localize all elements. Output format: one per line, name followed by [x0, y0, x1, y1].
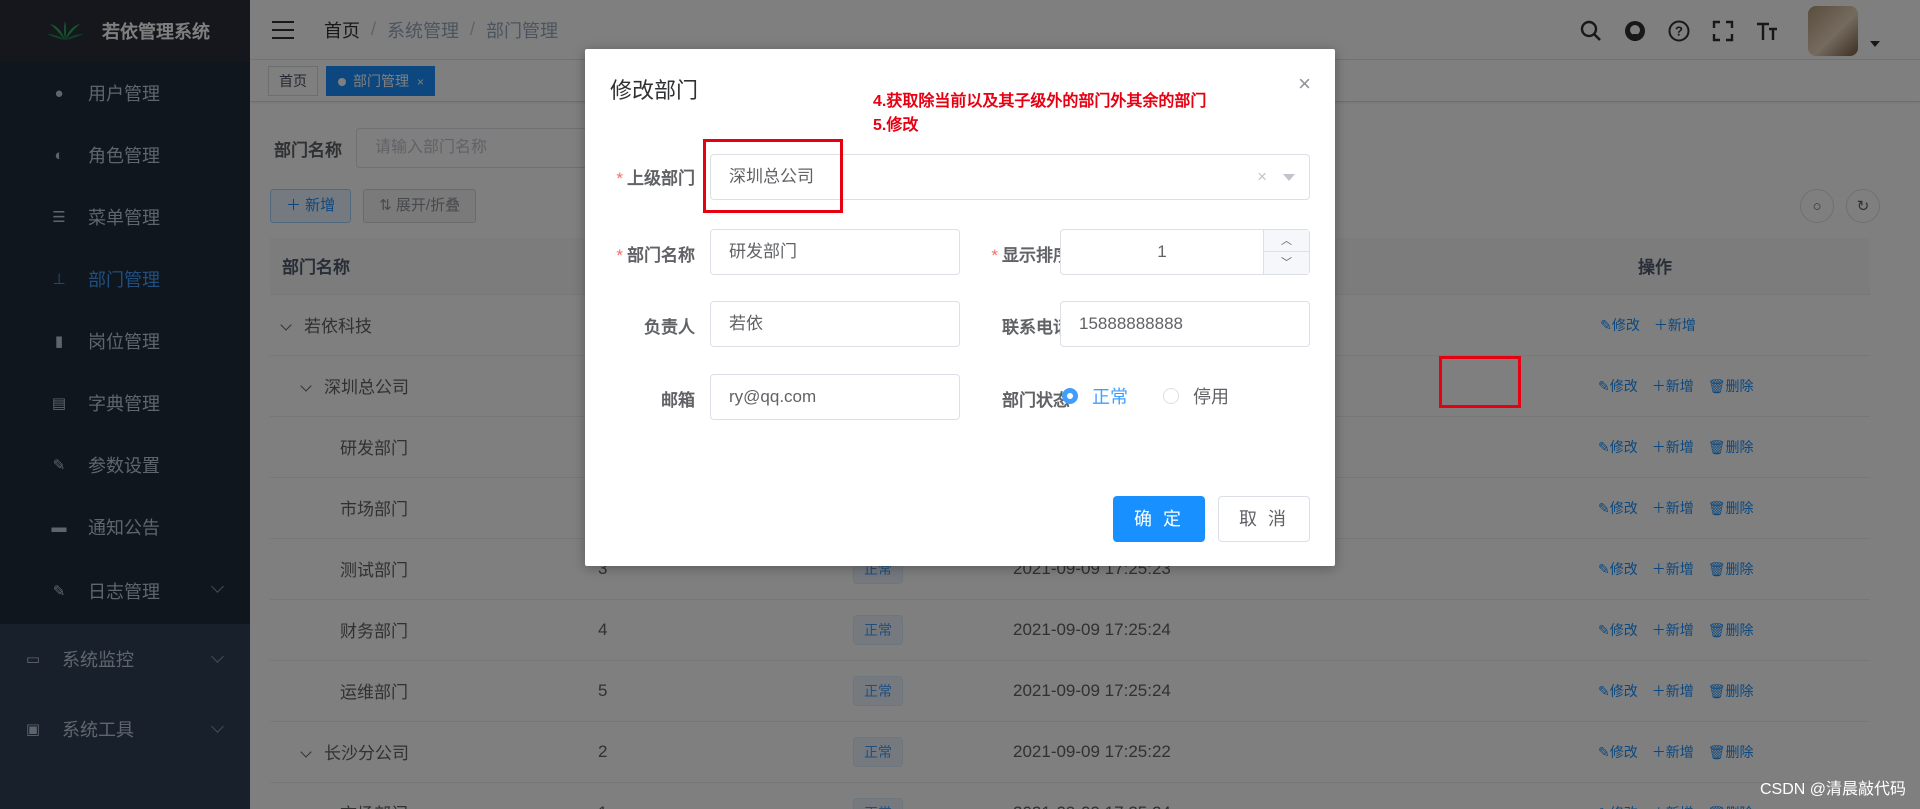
radio-label: 停用 [1193, 387, 1229, 407]
required-mark: * [616, 169, 623, 188]
status-radio-normal[interactable]: 正常 [1062, 383, 1128, 409]
radio-label: 正常 [1092, 387, 1128, 407]
dept-name-label: * 部门名称 [585, 241, 695, 266]
number-stepper: ︿ ﹀ [1263, 230, 1309, 274]
status-label: 部门状态 [1002, 391, 1070, 410]
edit-dept-dialog: 修改部门 × 4.获取除当前以及其子级外的部门外其余的部门 5.修改 * 上级部门… [585, 49, 1335, 566]
email-label: 邮箱 [661, 391, 695, 410]
dialog-title: 修改部门 [610, 78, 699, 103]
phone-input[interactable]: 15888888888 [1060, 301, 1310, 347]
order-label: * 显示排序 [960, 241, 1070, 266]
order-input-number[interactable]: 1 ︿ ﹀ [1060, 229, 1310, 275]
close-icon[interactable]: × [1298, 73, 1311, 95]
dept-name-input[interactable]: 研发部门 [710, 229, 960, 275]
order-value: 1 [1157, 242, 1167, 261]
leader-input[interactable]: 若依 [710, 301, 960, 347]
field-label: 部门名称 [627, 246, 695, 265]
cancel-button[interactable]: 取 消 [1218, 496, 1310, 542]
required-mark: * [616, 246, 623, 265]
radio-dot-checked [1062, 388, 1078, 404]
required-mark: * [991, 246, 998, 265]
chevron-down-icon[interactable]: ﹀ [1264, 252, 1309, 274]
annotation-line: 5.修改 [873, 117, 919, 134]
leader-label: 负责人 [644, 318, 695, 337]
caret-down-icon [1283, 174, 1295, 181]
annotation-text: 4.获取除当前以及其子级外的部门外其余的部门 5.修改 [873, 90, 1206, 138]
phone-label: 联系电话 [1002, 318, 1070, 337]
parent-dept-label: * 上级部门 [585, 164, 695, 189]
status-radio-disabled[interactable]: 停用 [1163, 383, 1229, 409]
confirm-button[interactable]: 确 定 [1113, 496, 1205, 542]
clear-icon[interactable]: × [1257, 155, 1267, 199]
highlight-box-parent [703, 139, 843, 213]
watermark: CSDN @清晨敲代码 [1759, 781, 1906, 798]
email-input[interactable]: ry@qq.com [710, 374, 960, 420]
highlight-box-edit [1439, 356, 1521, 408]
annotation-line: 4.获取除当前以及其子级外的部门外其余的部门 [873, 93, 1207, 110]
radio-dot [1163, 388, 1179, 404]
field-label: 上级部门 [627, 169, 695, 188]
